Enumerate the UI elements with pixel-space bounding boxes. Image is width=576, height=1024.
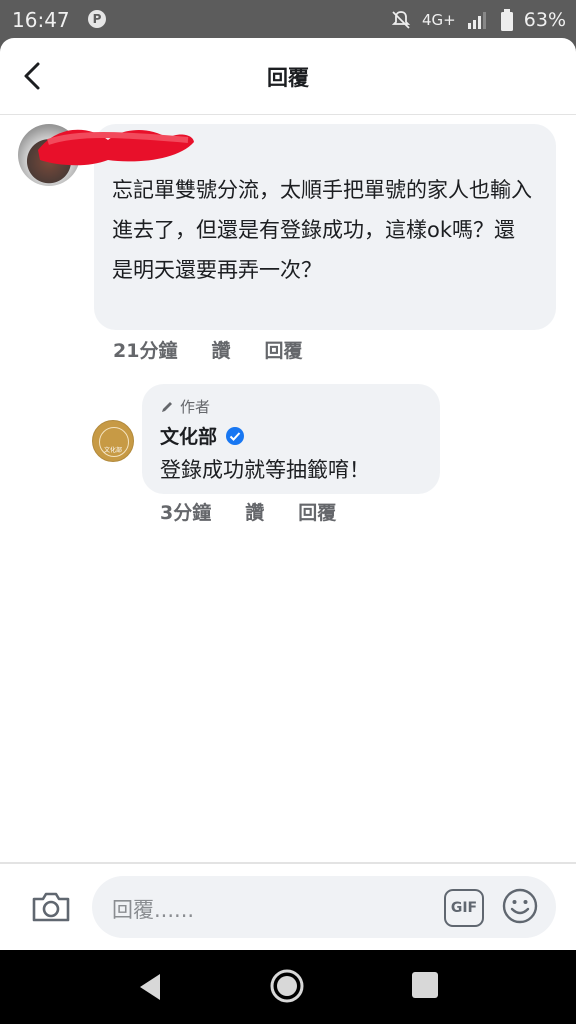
- reply-text: 登錄成功就等抽籤唷！: [160, 458, 370, 482]
- reply-bubble[interactable]: 作者 文化部 登錄成功就等抽籤唷！: [142, 384, 440, 494]
- battery-icon: [500, 9, 513, 31]
- verified-icon: [226, 426, 245, 445]
- reply-composer: 回覆...... GIF: [0, 862, 576, 950]
- signal-icon: [467, 12, 486, 29]
- mute-icon: [391, 11, 411, 29]
- status-bar: 16:47 P 4G+ 63%: [0, 0, 576, 40]
- comment-reply-button[interactable]: 回覆: [264, 336, 302, 363]
- status-time: 16:47: [12, 8, 70, 32]
- camera-icon[interactable]: [30, 886, 72, 928]
- comment-text: 忘記單雙號分流，太順手把單號的家人也輸入進去了，但還是有登錄成功，這樣ok嗎？還…: [112, 178, 532, 282]
- reply-input-placeholder: 回覆......: [112, 898, 195, 922]
- nav-recents-icon[interactable]: [412, 972, 438, 998]
- author-badge-label: 作者: [180, 398, 211, 416]
- nav-home-icon[interactable]: [270, 969, 304, 1003]
- reply-time: 3分鐘: [160, 502, 212, 524]
- author-avatar[interactable]: 文化部: [92, 420, 134, 462]
- nav-back-icon[interactable]: [136, 970, 166, 1004]
- battery-percent: 63%: [523, 9, 566, 31]
- network-type: 4G+: [422, 11, 456, 29]
- header: 回覆: [0, 38, 576, 115]
- gif-button[interactable]: GIF: [444, 889, 484, 927]
- author-badge: 作者: [160, 396, 210, 417]
- parking-icon: P: [88, 10, 106, 28]
- avatar-logo-text: 文化部: [103, 447, 122, 454]
- emoji-icon[interactable]: [502, 888, 538, 924]
- comment-time: 21分鐘: [113, 340, 178, 362]
- reply-input[interactable]: 回覆...... GIF: [92, 876, 556, 938]
- reply-meta: 3分鐘 讚 回覆: [160, 498, 336, 525]
- reply-like-button[interactable]: 讚: [245, 498, 264, 525]
- pencil-icon: [162, 401, 172, 412]
- replies-sheet: 回覆 忘記單雙號分流，太順手把單號的家人也輸入進去了，但還是有登錄成功，這樣ok…: [0, 38, 576, 950]
- system-nav-bar: [0, 950, 576, 1024]
- reply-author-name[interactable]: 文化部: [160, 422, 217, 449]
- reply-author: 文化部: [160, 422, 245, 449]
- comment-meta: 21分鐘 讚 回覆: [113, 336, 302, 363]
- comment-like-button[interactable]: 讚: [211, 336, 230, 363]
- redaction-scribble: [38, 129, 194, 166]
- reply-reply-button[interactable]: 回覆: [298, 498, 336, 525]
- page-title: 回覆: [267, 66, 309, 90]
- status-icons: 4G+ 63%: [390, 8, 566, 32]
